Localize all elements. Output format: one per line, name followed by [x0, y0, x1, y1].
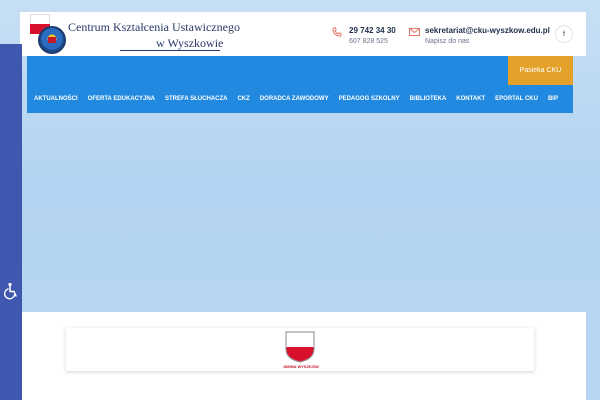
nav-item-aktualnosci[interactable]: AKTUALNOŚCI	[34, 93, 88, 105]
gmina-label: GMINA WYSZKÓW	[283, 364, 319, 369]
phone-number[interactable]: 29 742 34 30	[349, 26, 396, 35]
pasieka-cku-button[interactable]: Pasieka CKU	[508, 56, 573, 85]
wheelchair-icon	[4, 282, 17, 300]
phone-number-alt[interactable]: 607 828 525	[349, 38, 388, 45]
email-label: Napisz do nas	[425, 38, 470, 45]
phone-icon	[332, 27, 342, 37]
gmina-coat-of-arms-icon[interactable]	[285, 331, 315, 363]
nav-item-bip[interactable]: BIP	[548, 93, 568, 105]
nav-item-doradca-zawodowy[interactable]: DORADCA ZAWODOWY	[260, 93, 339, 105]
main-menu: AKTUALNOŚCI OFERTA EDUKACYJNA STREFA SŁU…	[34, 93, 568, 105]
nav-item-biblioteka[interactable]: BIBLIOTEKA	[410, 93, 457, 105]
nav-item-strefa-sluchacza[interactable]: STREFA SŁUCHACZA	[165, 93, 237, 105]
nav-item-pedagog-szkolny[interactable]: PEDAGOG SZKOLNY	[339, 93, 410, 105]
logo-title-line1: Centrum Kształcenia Ustawicznego	[68, 20, 240, 34]
logo-title-line2: w Wyszkowie	[156, 36, 224, 50]
accessibility-panel-tab[interactable]	[0, 44, 22, 400]
facebook-icon[interactable]: f	[555, 25, 573, 43]
mail-icon	[409, 28, 420, 36]
logo-divider	[120, 50, 220, 51]
nav-item-ckz[interactable]: CKZ	[237, 93, 259, 105]
nav-item-eportal-cku[interactable]: EPORTAL CKU	[495, 93, 548, 105]
emblem-icon	[38, 26, 66, 54]
nav-item-kontakt[interactable]: KONTAKT	[456, 93, 495, 105]
nav-item-oferta-edukacyjna[interactable]: OFERTA EDUKACYJNA	[88, 93, 165, 105]
email-address[interactable]: sekretariat@cku-wyszkow.edu.pl	[425, 26, 550, 35]
